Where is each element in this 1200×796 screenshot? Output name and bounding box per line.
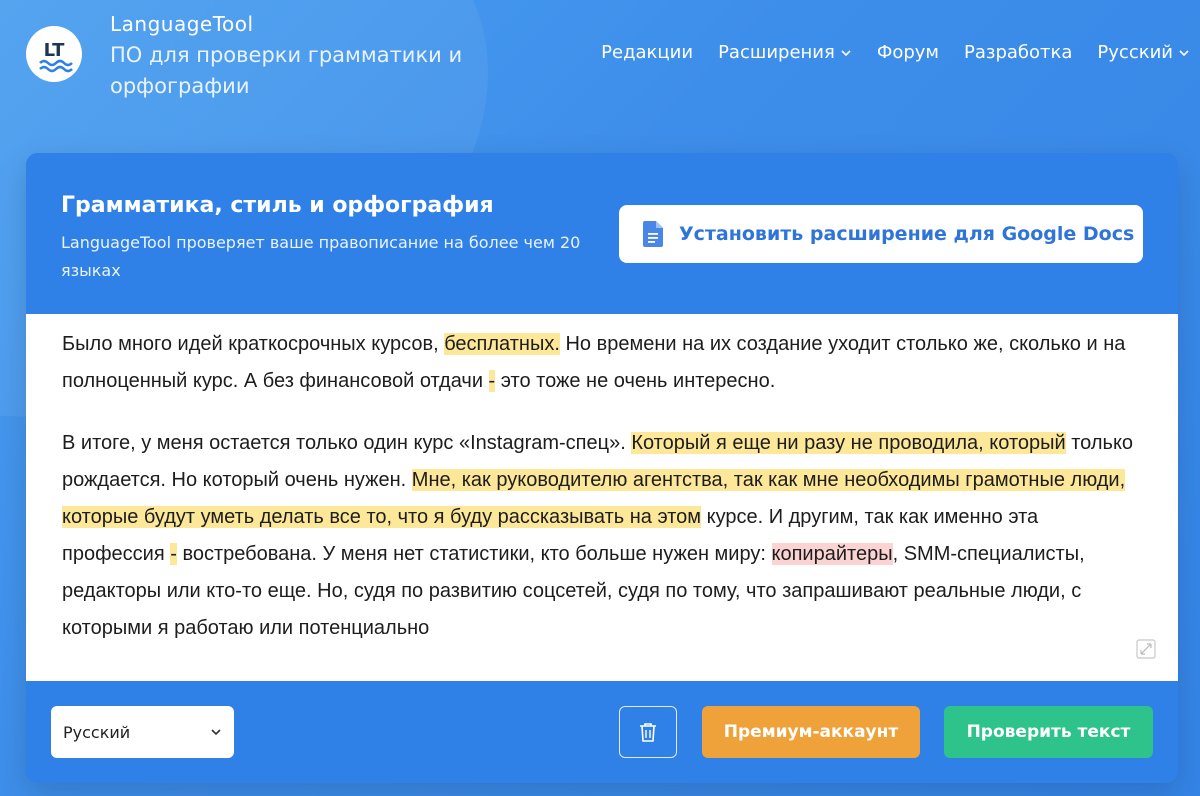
text-segment: Было много идей краткосрочных курсов, — [62, 333, 445, 355]
logo-mark: LT — [44, 40, 65, 61]
check-text-button[interactable]: Проверить текст — [944, 706, 1153, 758]
editor-paragraph: В итоге, у меня остается только один кур… — [62, 425, 1142, 647]
premium-account-button[interactable]: Премиум-аккаунт — [702, 706, 920, 758]
install-button-label: Установить расширение для Google Docs — [679, 223, 1135, 245]
spelling-error-highlight[interactable]: копирайтеры — [771, 543, 893, 565]
style-suggestion-highlight[interactable]: бесплатных. — [444, 333, 560, 355]
logo-icon: LT — [39, 40, 73, 73]
languagetool-logo[interactable]: LT — [26, 26, 82, 82]
nav-item-editions[interactable]: Редакции — [601, 42, 693, 63]
editor-paragraph: Было много идей краткосрочных курсов, бе… — [62, 326, 1142, 400]
language-select-value: Русский — [63, 722, 131, 742]
trash-icon — [640, 723, 656, 742]
text-segment: В итоге, у меня остается только один кур… — [62, 432, 632, 454]
brand-name[interactable]: LanguageTool — [110, 12, 254, 36]
language-select[interactable]: Русский — [51, 706, 234, 758]
style-suggestion-highlight[interactable]: Который я еще ни разу не проводила, кото… — [631, 432, 1066, 454]
nav-label: Разработка — [964, 42, 1073, 63]
nav-label: Форум — [876, 42, 939, 63]
card-title: Грамматика, стиль и орфография — [61, 193, 494, 218]
chevron-down-icon — [841, 49, 851, 56]
chevron-down-icon — [211, 729, 221, 736]
top-navigation: Редакции Расширения Форум Разработка Рус… — [601, 42, 1190, 63]
checker-card: Грамматика, стиль и орфография LanguageT… — [26, 153, 1178, 783]
chevron-down-icon — [1179, 49, 1189, 56]
nav-item-language[interactable]: Русский — [1097, 42, 1190, 63]
nav-label: Расширения — [718, 42, 835, 63]
card-header: Грамматика, стиль и орфография LanguageT… — [26, 153, 1178, 314]
clear-text-button[interactable] — [619, 706, 677, 758]
card-footer: Русский Премиум-аккаунт Проверить текст — [26, 681, 1178, 783]
install-google-docs-button[interactable]: Установить расширение для Google Docs — [619, 205, 1143, 263]
editor-content[interactable]: Было много идей краткосрочных курсов, бе… — [62, 326, 1142, 647]
text-editor[interactable]: Было много идей краткосрочных курсов, бе… — [26, 314, 1178, 681]
nav-item-development[interactable]: Разработка — [964, 42, 1072, 63]
expand-icon[interactable] — [1136, 639, 1156, 659]
nav-label: Русский — [1097, 42, 1173, 63]
brand-tagline: ПО для проверки грамматики и орфографии — [110, 43, 463, 98]
text-segment: востребована. У меня нет статистики, кто… — [176, 543, 772, 565]
card-subtitle: LanguageTool проверяет ваше правописание… — [61, 233, 581, 280]
nav-label: Редакции — [601, 42, 694, 63]
text-segment: это тоже не очень интересно. — [495, 370, 776, 392]
document-icon — [643, 221, 663, 247]
style-suggestion-highlight[interactable]: - — [170, 543, 177, 565]
nav-item-extensions[interactable]: Расширения — [718, 42, 852, 63]
nav-item-forum[interactable]: Форум — [877, 42, 939, 63]
